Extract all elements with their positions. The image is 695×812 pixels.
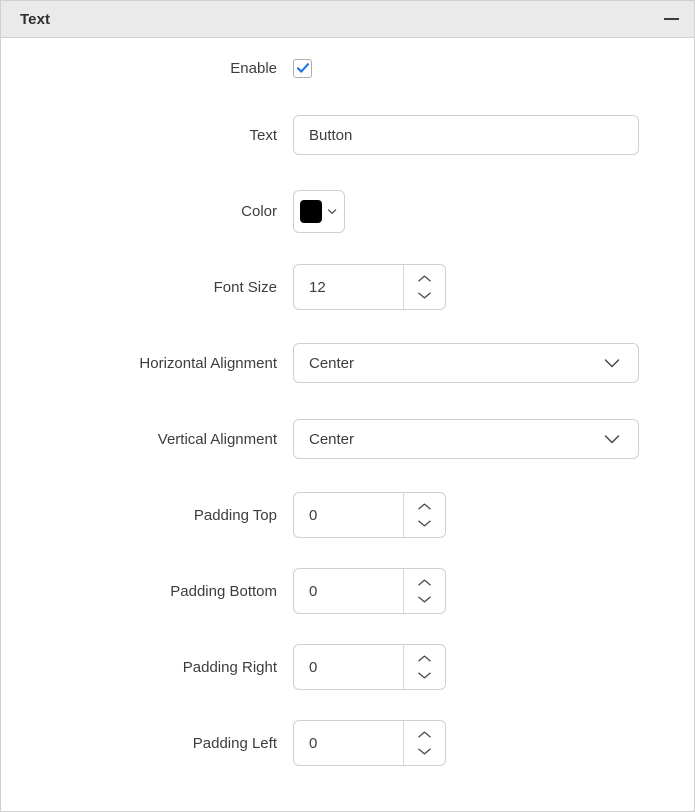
padding-right-arrows: [404, 645, 445, 689]
row-padding-right: Padding Right 0: [1, 629, 694, 705]
control-text: Button: [293, 115, 639, 155]
label-enable: Enable: [1, 60, 293, 77]
row-vertical-alignment: Vertical Alignment Center: [1, 401, 694, 477]
chevron-down-icon[interactable]: [404, 517, 445, 531]
panel-body: Enable Text Button Color: [1, 38, 694, 781]
text-input-value: Button: [309, 127, 352, 144]
padding-left-arrows: [404, 721, 445, 765]
control-enable: [293, 59, 312, 78]
padding-left-value: 0: [309, 735, 317, 752]
padding-top-arrows: [404, 493, 445, 537]
control-color: [293, 190, 345, 233]
padding-right-stepper[interactable]: 0: [293, 644, 446, 690]
chevron-down-icon: [325, 204, 339, 219]
chevron-down-icon[interactable]: [404, 289, 445, 303]
chevron-down-icon: [600, 351, 624, 375]
chevron-up-icon[interactable]: [404, 272, 445, 286]
padding-top-value: 0: [309, 507, 317, 524]
checkmark-icon: [296, 61, 310, 75]
padding-bottom-stepper[interactable]: 0: [293, 568, 446, 614]
row-font-size: Font Size 12: [1, 249, 694, 325]
row-horizontal-alignment: Horizontal Alignment Center: [1, 325, 694, 401]
minus-icon[interactable]: [661, 9, 681, 29]
padding-left-stepper[interactable]: 0: [293, 720, 446, 766]
chevron-up-icon[interactable]: [404, 500, 445, 514]
chevron-down-icon[interactable]: [404, 593, 445, 607]
row-padding-top: Padding Top 0: [1, 477, 694, 553]
label-vertical-alignment: Vertical Alignment: [1, 431, 293, 448]
padding-bottom-value: 0: [309, 583, 317, 600]
label-color: Color: [1, 203, 293, 220]
label-padding-top: Padding Top: [1, 507, 293, 524]
control-padding-bottom: 0: [293, 568, 446, 614]
padding-bottom-input[interactable]: 0: [294, 569, 404, 613]
chevron-down-icon[interactable]: [404, 669, 445, 683]
chevron-up-icon[interactable]: [404, 728, 445, 742]
text-properties-panel: Text Enable Text Button: [0, 0, 695, 812]
text-input[interactable]: Button: [293, 115, 639, 155]
padding-top-input[interactable]: 0: [294, 493, 404, 537]
label-padding-left: Padding Left: [1, 735, 293, 752]
padding-right-input[interactable]: 0: [294, 645, 404, 689]
font-size-value: 12: [309, 279, 326, 296]
label-horizontal-alignment: Horizontal Alignment: [1, 355, 293, 372]
row-padding-left: Padding Left 0: [1, 705, 694, 781]
color-swatch: [300, 200, 322, 223]
color-picker[interactable]: [293, 190, 345, 233]
control-vertical-alignment: Center: [293, 419, 639, 459]
vertical-alignment-select[interactable]: Center: [293, 419, 639, 459]
control-padding-left: 0: [293, 720, 446, 766]
control-horizontal-alignment: Center: [293, 343, 639, 383]
horizontal-alignment-select[interactable]: Center: [293, 343, 639, 383]
label-padding-right: Padding Right: [1, 659, 293, 676]
minus-icon-bar: [664, 18, 679, 20]
panel-header: Text: [1, 1, 694, 38]
padding-top-stepper[interactable]: 0: [293, 492, 446, 538]
row-color: Color: [1, 173, 694, 249]
row-text: Text Button: [1, 97, 694, 173]
label-padding-bottom: Padding Bottom: [1, 583, 293, 600]
label-font-size: Font Size: [1, 279, 293, 296]
font-size-arrows: [404, 265, 445, 309]
padding-left-input[interactable]: 0: [294, 721, 404, 765]
font-size-input[interactable]: 12: [294, 265, 404, 309]
control-padding-top: 0: [293, 492, 446, 538]
control-font-size: 12: [293, 264, 446, 310]
vertical-alignment-value: Center: [309, 431, 600, 448]
horizontal-alignment-value: Center: [309, 355, 600, 372]
panel-title: Text: [20, 11, 50, 28]
padding-bottom-arrows: [404, 569, 445, 613]
enable-checkbox[interactable]: [293, 59, 312, 78]
label-text: Text: [1, 127, 293, 144]
chevron-down-icon[interactable]: [404, 745, 445, 759]
control-padding-right: 0: [293, 644, 446, 690]
chevron-down-icon: [600, 427, 624, 451]
padding-right-value: 0: [309, 659, 317, 676]
chevron-up-icon[interactable]: [404, 576, 445, 590]
font-size-stepper[interactable]: 12: [293, 264, 446, 310]
row-padding-bottom: Padding Bottom 0: [1, 553, 694, 629]
row-enable: Enable: [1, 39, 694, 97]
chevron-up-icon[interactable]: [404, 652, 445, 666]
